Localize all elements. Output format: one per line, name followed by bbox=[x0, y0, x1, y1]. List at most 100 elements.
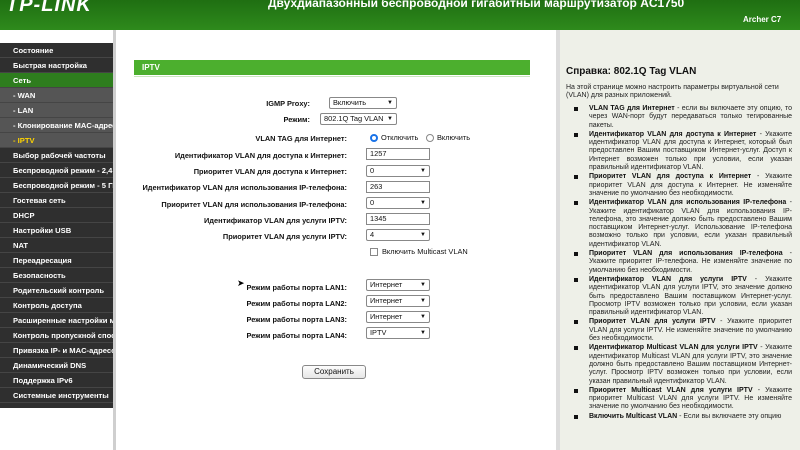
sidebar-item[interactable]: Родительский контроль bbox=[0, 283, 113, 298]
chevron-down-icon: ▼ bbox=[420, 232, 426, 238]
help-item: Идентификатор Multicast VLAN для услуги … bbox=[566, 344, 792, 385]
sidebar-item[interactable]: - WAN bbox=[0, 88, 113, 103]
iptv-section-title: IPTV bbox=[134, 60, 530, 75]
header-bar: TP-LINK Двухдиапазонный беспроводной гиг… bbox=[0, 0, 800, 30]
iptv-vlan-priority-value: 4 bbox=[370, 230, 375, 239]
sidebar-item[interactable]: Быстрая настройка bbox=[0, 58, 113, 73]
sidebar-item[interactable]: Состояние bbox=[0, 43, 113, 58]
help-item-term: Приоритет VLAN для услуги IPTV bbox=[589, 318, 716, 326]
sidebar-item[interactable]: Гостевая сеть bbox=[0, 193, 113, 208]
phone-vlan-priority-value: 0 bbox=[370, 198, 375, 207]
iptv-vlan-id-label: Идентификатор VLAN для услуги IPTV: bbox=[204, 216, 347, 225]
lan1-mode-value: Интернет bbox=[370, 280, 403, 289]
help-item-term: Включить Multicast VLAN bbox=[589, 412, 678, 420]
lan1-mode-label: Режим работы порта LAN1: bbox=[246, 283, 347, 292]
lan1-mode-select[interactable]: Интернет ▼ bbox=[366, 279, 430, 291]
lan4-mode-value: IPTV bbox=[370, 328, 387, 337]
save-button[interactable]: Сохранить bbox=[302, 365, 366, 379]
mode-value: 802.1Q Tag VLAN bbox=[324, 114, 384, 123]
igmp-proxy-label: IGMP Proxy: bbox=[266, 99, 310, 108]
chevron-down-icon: ▼ bbox=[420, 200, 426, 206]
sidebar-item[interactable]: Безопасность bbox=[0, 268, 113, 283]
help-item-term: VLAN TAG для Интернет bbox=[589, 105, 675, 112]
lan4-mode-label: Режим работы порта LAN4: bbox=[246, 331, 347, 340]
help-panel: Справка: 802.1Q Tag VLAN На этой страниц… bbox=[560, 30, 800, 450]
lan3-mode-value: Интернет bbox=[370, 312, 403, 321]
lan3-mode-label: Режим работы порта LAN3: bbox=[246, 315, 347, 324]
vlan-tag-on-radio[interactable] bbox=[426, 134, 434, 142]
help-item: Приоритет Multicast VLAN для услуги IPTV… bbox=[566, 387, 792, 412]
help-item: Приоритет VLAN для услуги IPTV - Укажите… bbox=[566, 318, 792, 343]
chevron-down-icon: ▼ bbox=[420, 330, 426, 336]
tp-link-logo[interactable]: TP-LINK bbox=[6, 0, 92, 17]
sidebar-item[interactable]: Системные инструменты bbox=[0, 388, 113, 403]
sidebar-item[interactable]: - Клонирование MAC-адреса bbox=[0, 118, 113, 133]
iptv-vlan-priority-label: Приоритет VLAN для услуги IPTV: bbox=[222, 232, 347, 241]
phone-vlan-priority-label: Приоритет VLAN для использования IP-теле… bbox=[161, 200, 347, 209]
model-code: Archer C7 bbox=[743, 15, 782, 24]
model-title: Двухдиапазонный беспроводной гигабитный … bbox=[268, 0, 685, 10]
lan3-mode-select[interactable]: Интернет ▼ bbox=[366, 311, 430, 323]
help-intro: На этой странице можно настроить парамет… bbox=[566, 84, 779, 99]
help-item-text: - Укажите идентификатор VLAN для использ… bbox=[589, 199, 792, 248]
igmp-proxy-select[interactable]: Включить ▼ bbox=[329, 97, 397, 109]
help-item: Включить Multicast VLAN - Если вы включа… bbox=[566, 413, 792, 421]
sidebar-item[interactable]: Расширенные настройки маршрутизации bbox=[0, 313, 113, 328]
sidebar-item[interactable]: Выбор рабочей частоты bbox=[0, 148, 113, 163]
internet-vlan-priority-select[interactable]: 0 ▼ bbox=[366, 165, 430, 177]
chevron-down-icon: ▼ bbox=[420, 282, 426, 288]
help-item-term: Идентификатор VLAN для доступа к Интерне… bbox=[589, 130, 757, 138]
help-item-term: Идентификатор VLAN для услуги IPTV bbox=[589, 275, 747, 283]
help-item: VLAN TAG для Интернет - если вы включает… bbox=[566, 105, 792, 130]
help-item: Приоритет VLAN для использования IP-теле… bbox=[566, 250, 792, 275]
iptv-vlan-id-field[interactable]: 1345 bbox=[366, 213, 430, 225]
sidebar-item[interactable]: Контроль пропускной способности bbox=[0, 328, 113, 343]
help-item: Приоритет VLAN для доступа к Интернет - … bbox=[566, 173, 792, 198]
help-item-term: Идентификатор Multicast VLAN для услуги … bbox=[589, 344, 758, 352]
lan2-mode-value: Интернет bbox=[370, 296, 403, 305]
chevron-down-icon: ▼ bbox=[420, 168, 426, 174]
help-item-term: Приоритет Multicast VLAN для услуги IPTV bbox=[589, 386, 753, 394]
multicast-vlan-label: Включить Multicast VLAN bbox=[382, 247, 468, 256]
internet-vlan-priority-value: 0 bbox=[370, 166, 375, 175]
internet-vlan-priority-label: Приоритет VLAN для доступа к Интернет: bbox=[193, 167, 347, 176]
chevron-down-icon: ▼ bbox=[420, 298, 426, 304]
help-item-term: Приоритет VLAN для использования IP-теле… bbox=[589, 250, 783, 258]
mode-select[interactable]: 802.1Q Tag VLAN ▼ bbox=[320, 113, 397, 125]
sidebar-item[interactable]: Переадресация bbox=[0, 253, 113, 268]
help-item: Идентификатор VLAN для услуги IPTV - Ука… bbox=[566, 276, 792, 317]
phone-vlan-id-field[interactable]: 263 bbox=[366, 181, 430, 193]
help-item-text: - Если вы включаете эту опцию bbox=[677, 412, 782, 420]
help-item: Идентификатор VLAN для доступа к Интерне… bbox=[566, 131, 792, 172]
help-title: Справка: 802.1Q Tag VLAN bbox=[566, 66, 697, 77]
vlan-tag-label: VLAN TAG для Интернет: bbox=[255, 134, 347, 143]
internet-vlan-id-label: Идентификатор VLAN для доступа к Интерне… bbox=[174, 151, 347, 160]
phone-vlan-priority-select[interactable]: 0 ▼ bbox=[366, 197, 430, 209]
sidebar-item[interactable]: Динамический DNS bbox=[0, 358, 113, 373]
sidebar-item[interactable]: Беспроводной режим - 2,4 ГГц bbox=[0, 163, 113, 178]
sidebar-item[interactable]: Настройки USB bbox=[0, 223, 113, 238]
internet-vlan-id-field[interactable]: 1257 bbox=[366, 148, 430, 160]
sidebar-item[interactable]: DHCP bbox=[0, 208, 113, 223]
sidebar-item[interactable]: NAT bbox=[0, 238, 113, 253]
sidebar-item[interactable]: Поддержка IPv6 bbox=[0, 373, 113, 388]
sidebar-item[interactable]: - IPTV bbox=[0, 133, 113, 148]
sidebar-item[interactable]: Беспроводной режим - 5 ГГц bbox=[0, 178, 113, 193]
lan4-mode-select[interactable]: IPTV ▼ bbox=[366, 327, 430, 339]
vlan-tag-off-radio[interactable] bbox=[370, 134, 378, 142]
sidebar-menu: Состояние Быстрая настройка Сеть - WAN - LAN… bbox=[0, 43, 113, 408]
sidebar-item[interactable]: - LAN bbox=[0, 103, 113, 118]
help-list: VLAN TAG для Интернет - если вы включает… bbox=[566, 105, 792, 421]
sidebar-item[interactable]: Привязка IP- и MAC-адресов bbox=[0, 343, 113, 358]
igmp-proxy-value: Включить bbox=[333, 98, 367, 107]
lan2-mode-select[interactable]: Интернет ▼ bbox=[366, 295, 430, 307]
vlan-tag-off-label: Отключить bbox=[381, 133, 419, 142]
sidebar-item[interactable]: Сеть bbox=[0, 73, 113, 88]
mouse-cursor-icon: ➤ bbox=[237, 278, 245, 288]
iptv-vlan-priority-select[interactable]: 4 ▼ bbox=[366, 229, 430, 241]
help-item-term: Приоритет VLAN для доступа к Интернет bbox=[589, 173, 752, 181]
sidebar-item[interactable]: Контроль доступа bbox=[0, 298, 113, 313]
section-divider bbox=[134, 76, 530, 77]
chevron-down-icon: ▼ bbox=[387, 100, 393, 106]
multicast-vlan-checkbox[interactable] bbox=[370, 248, 378, 256]
